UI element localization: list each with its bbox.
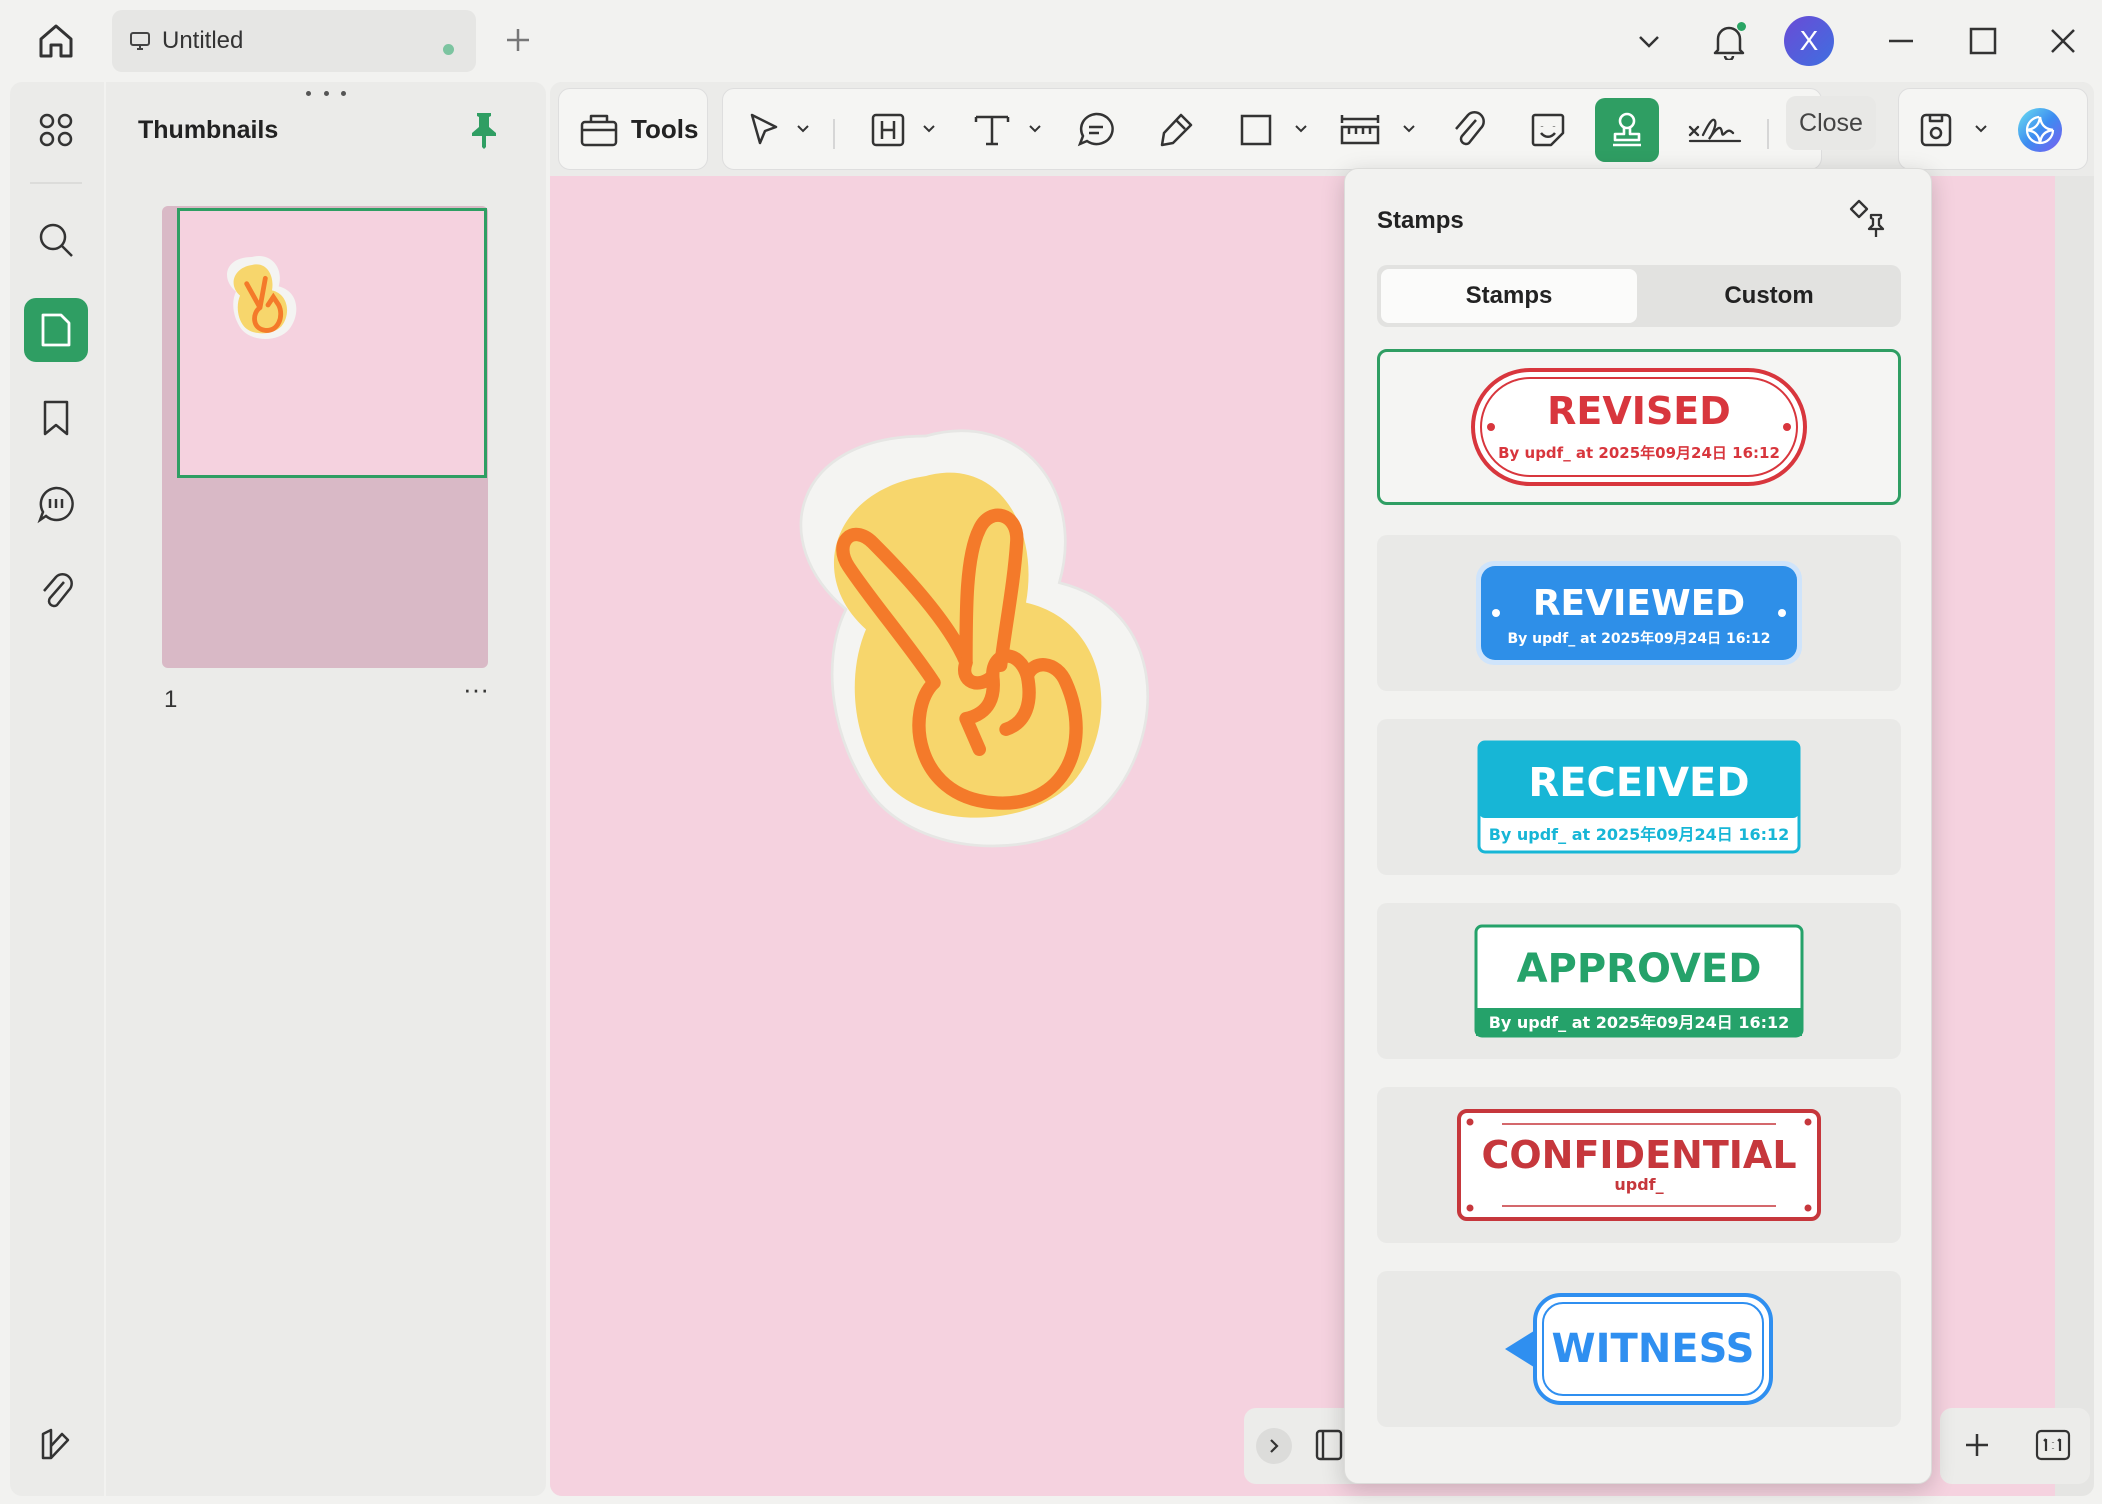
page-thumbnail[interactable] bbox=[162, 206, 488, 668]
stamp-icon[interactable] bbox=[1595, 98, 1659, 162]
chevron-down-icon[interactable] bbox=[1291, 119, 1311, 139]
title-bar: Untitled X bbox=[0, 0, 2102, 80]
measure-ruler-icon[interactable] bbox=[1335, 105, 1385, 155]
chevron-down-icon[interactable] bbox=[919, 119, 939, 139]
rectangle-shape-icon[interactable] bbox=[1231, 105, 1281, 155]
sidebar-toggle-icon[interactable] bbox=[24, 1412, 88, 1476]
chevron-down-icon[interactable] bbox=[793, 119, 813, 139]
thumbnails-panel: Thumbnails 1 ··· bbox=[106, 82, 546, 1496]
stamp-approved-sub: By updf_ at 2025年09月24日 16:12 bbox=[1489, 1013, 1790, 1032]
more-options-icon[interactable]: ··· bbox=[456, 676, 496, 704]
bookmark-icon[interactable] bbox=[24, 386, 88, 450]
maximize-icon[interactable] bbox=[1958, 16, 2008, 66]
toolbar: Tools Close bbox=[550, 82, 2094, 176]
stamp-reviewed[interactable]: REVIEWED By updf_ at 2025年09月24日 16:12 bbox=[1377, 535, 1901, 691]
panel-grip-handle[interactable] bbox=[306, 86, 346, 100]
tools-group: Tools bbox=[558, 88, 708, 170]
stamp-confidential-label: CONFIDENTIAL bbox=[1481, 1133, 1796, 1177]
chevron-down-icon[interactable] bbox=[1624, 16, 1674, 66]
ai-assistant-icon[interactable] bbox=[2015, 105, 2065, 155]
monitor-icon bbox=[126, 27, 154, 55]
pin-panel-icon[interactable] bbox=[1843, 193, 1893, 243]
signature-icon[interactable] bbox=[1683, 105, 1747, 155]
avatar[interactable]: X bbox=[1784, 16, 1834, 66]
pin-icon[interactable] bbox=[462, 108, 506, 152]
zoom-in-plus-icon[interactable] bbox=[1962, 1430, 1994, 1462]
stamp-reviewed-sub: By updf_ at 2025年09月24日 16:12 bbox=[1507, 630, 1770, 647]
close-window-icon[interactable] bbox=[2038, 16, 2088, 66]
save-icon[interactable] bbox=[1911, 105, 1961, 155]
tab-stamps[interactable]: Stamps bbox=[1381, 269, 1637, 323]
tools-button[interactable]: Tools bbox=[559, 89, 707, 169]
pen-icon[interactable] bbox=[1151, 105, 1201, 155]
minimize-icon[interactable] bbox=[1876, 16, 1926, 66]
attachment-icon[interactable] bbox=[24, 558, 88, 622]
home-icon[interactable] bbox=[30, 18, 82, 64]
zoom-bar bbox=[1940, 1408, 2090, 1484]
annotation-tools-group bbox=[722, 88, 1822, 170]
stamps-panel: Stamps Stamps Custom REVISED By updf_ at… bbox=[1344, 168, 1932, 1484]
tab-custom[interactable]: Custom bbox=[1641, 269, 1897, 323]
stamp-witness-label: WITNESS bbox=[1552, 1326, 1755, 1372]
highlight-icon[interactable] bbox=[863, 105, 913, 155]
chevron-right-icon[interactable] bbox=[1256, 1428, 1292, 1464]
page-layout-icon[interactable] bbox=[1314, 1428, 1348, 1464]
grid-apps-icon[interactable] bbox=[24, 98, 88, 162]
unsaved-dot bbox=[443, 44, 454, 55]
toolbar-divider bbox=[1767, 119, 1769, 149]
new-tab-plus-icon[interactable] bbox=[500, 22, 536, 58]
search-icon[interactable] bbox=[24, 208, 88, 272]
toolbox-icon bbox=[580, 114, 618, 147]
chevron-down-icon[interactable] bbox=[1025, 119, 1045, 139]
thumbnails-title: Thumbnails bbox=[138, 116, 279, 144]
thumbnail-selected-frame bbox=[177, 208, 487, 478]
stamp-approved-label: APPROVED bbox=[1517, 946, 1762, 992]
paperclip-icon[interactable] bbox=[1443, 105, 1493, 155]
thumbnails-page-icon[interactable] bbox=[24, 298, 88, 362]
stamps-panel-title: Stamps bbox=[1377, 207, 1464, 234]
stamp-revised[interactable]: REVISED By updf_ at 2025年09月24日 16:12 bbox=[1377, 349, 1901, 505]
chevron-down-icon[interactable] bbox=[1399, 119, 1419, 139]
stamp-received-sub: By updf_ at 2025年09月24日 16:12 bbox=[1489, 825, 1790, 844]
comment-bubble-icon[interactable] bbox=[1071, 105, 1121, 155]
stamp-reviewed-label: REVIEWED bbox=[1533, 583, 1745, 624]
left-rail bbox=[10, 82, 104, 1496]
tools-label: Tools bbox=[631, 113, 699, 144]
actual-size-icon[interactable] bbox=[2034, 1428, 2072, 1464]
stamp-revised-label: REVISED bbox=[1547, 389, 1731, 433]
text-icon[interactable] bbox=[967, 105, 1017, 155]
select-cursor-icon[interactable] bbox=[739, 105, 789, 155]
stamp-confidential-sub: updf_ bbox=[1614, 1175, 1663, 1194]
stamp-revised-sub: By updf_ at 2025年09月24日 16:12 bbox=[1498, 444, 1780, 462]
thumbnail-peace-sticker bbox=[227, 255, 297, 339]
stamp-approved[interactable]: APPROVED By updf_ at 2025年09月24日 16:12 bbox=[1377, 903, 1901, 1059]
comments-icon[interactable] bbox=[24, 472, 88, 536]
page-number: 1 bbox=[164, 686, 178, 713]
document-tab[interactable]: Untitled bbox=[112, 10, 476, 72]
stamp-confidential[interactable]: CONFIDENTIAL updf_ bbox=[1377, 1087, 1901, 1243]
notification-dot bbox=[1737, 22, 1746, 31]
stamp-type-segmented-control: Stamps Custom bbox=[1377, 265, 1901, 327]
peace-hand-sticker[interactable] bbox=[766, 406, 1166, 866]
chevron-down-icon[interactable] bbox=[1971, 119, 1991, 139]
sticker-icon[interactable] bbox=[1523, 105, 1573, 155]
close-tool-button[interactable]: Close bbox=[1786, 96, 1876, 150]
rail-divider bbox=[30, 182, 82, 184]
toolbar-divider bbox=[833, 119, 835, 149]
save-ai-group bbox=[1898, 88, 2088, 170]
bell-icon[interactable] bbox=[1704, 16, 1754, 66]
stamp-received[interactable]: RECEIVED By updf_ at 2025年09月24日 16:12 bbox=[1377, 719, 1901, 875]
stamp-received-label: RECEIVED bbox=[1528, 760, 1749, 806]
stamp-witness[interactable]: WITNESS bbox=[1377, 1271, 1901, 1427]
tab-title: Untitled bbox=[162, 27, 244, 54]
